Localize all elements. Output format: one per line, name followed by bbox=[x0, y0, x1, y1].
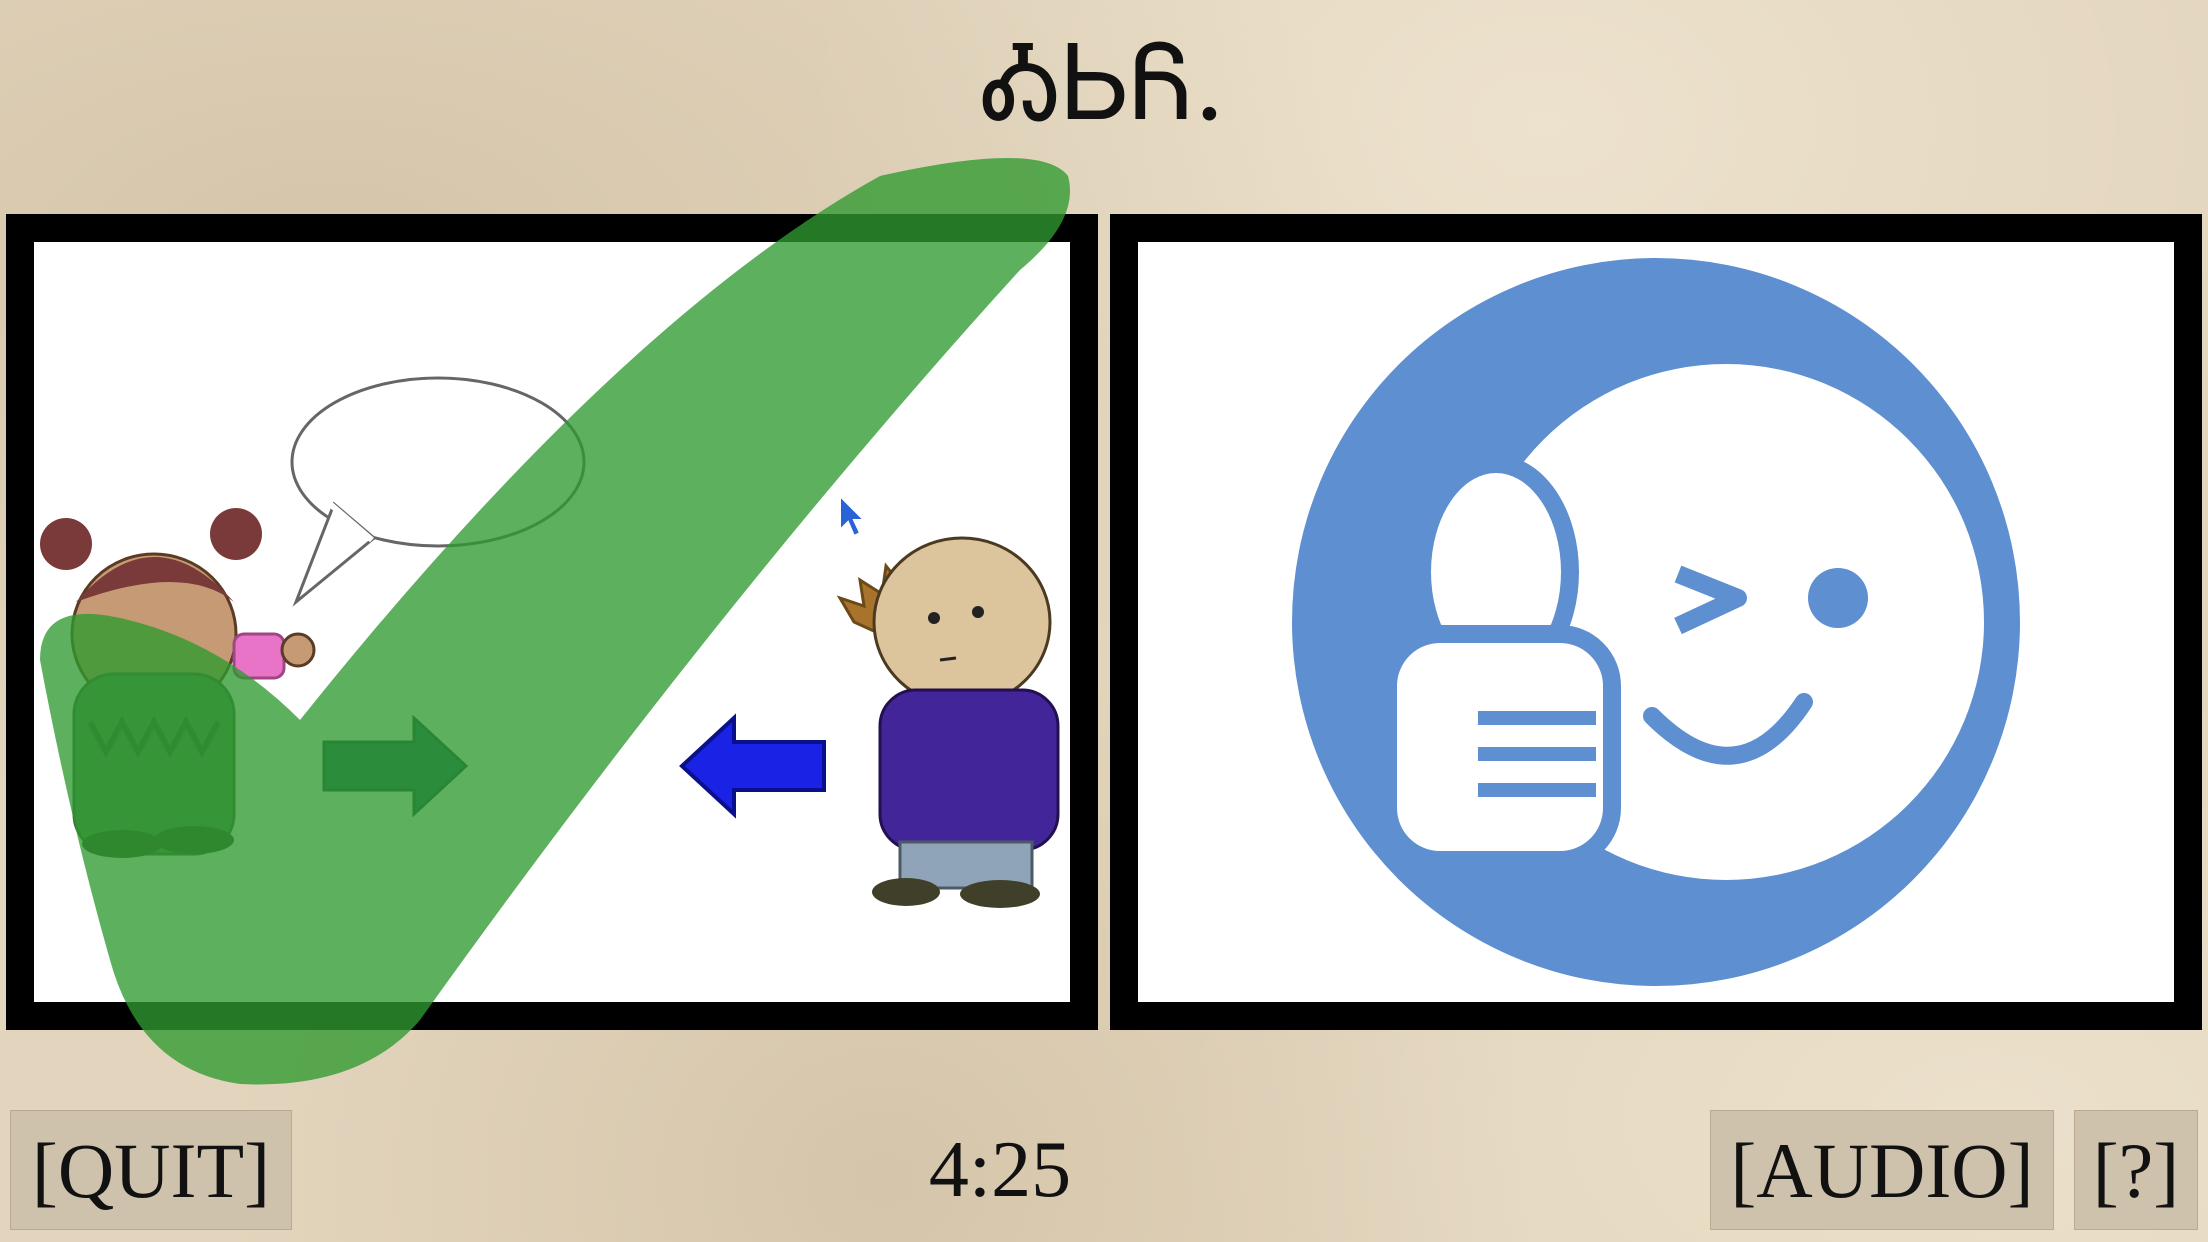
speech-bubble-icon bbox=[290, 376, 586, 607]
arrow-left-icon bbox=[679, 713, 826, 819]
girl-character-icon bbox=[40, 508, 316, 858]
boy-character-icon bbox=[836, 536, 1060, 908]
thumbs-up-wink-icon bbox=[1292, 258, 2020, 986]
audio-button[interactable]: [AUDIO] bbox=[1710, 1110, 2054, 1230]
quit-button[interactable]: [QUIT] bbox=[10, 1110, 292, 1230]
countdown-timer: 4:25 bbox=[928, 1126, 1072, 1214]
arrow-right-icon bbox=[322, 714, 469, 818]
choice-panel-left[interactable] bbox=[6, 214, 1098, 1030]
give-to-boy-illustration bbox=[40, 376, 1060, 908]
prompt-text: ᎣᏏᏲ. bbox=[982, 22, 1226, 144]
choice-panel-right[interactable] bbox=[1110, 214, 2202, 1030]
help-button[interactable]: [?] bbox=[2074, 1110, 2198, 1230]
